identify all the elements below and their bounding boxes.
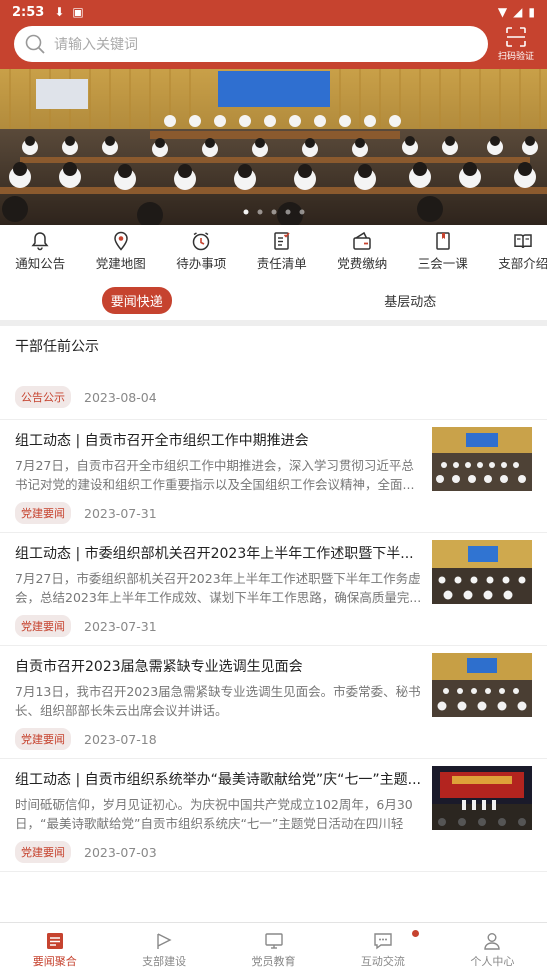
quick-links-row: 通知公告 党建地图 待办事项 责任清单 党费缴纳 三会一课 支部介绍 [0, 228, 547, 276]
quick-link-label: 待办事项 [176, 256, 227, 271]
wifi-icon: ▼ [497, 5, 508, 19]
news-meta: 党建要闻 2023-07-03 [15, 841, 157, 863]
clock-icon [193, 232, 210, 251]
notification-dot [412, 930, 419, 937]
news-item[interactable]: 组工动态 | 自贡市组织系统举办“最美诗歌献给党”庆“七一”主题... 时间砥砺… [0, 759, 547, 872]
quick-link-label: 支部介绍 [498, 256, 547, 271]
news-item[interactable]: 组工动态 | 自贡市召开全市组织工作中期推进会 7月27日，自贡市召开全市组织工… [0, 420, 547, 533]
quick-link-dues-payment[interactable]: 党费缴纳 [322, 228, 403, 276]
news-icon [46, 933, 63, 949]
category-tag: 公告公示 [15, 386, 71, 408]
wallet-icon [353, 231, 371, 250]
category-tag: 党建要闻 [15, 502, 71, 524]
quick-link-label: 党费缴纳 [337, 256, 388, 271]
battery-icon: ▮ [528, 5, 535, 19]
search-placeholder[interactable]: 请输入关键词 [54, 34, 138, 54]
bell-icon [31, 232, 49, 251]
quick-link-todo[interactable]: 待办事项 [161, 228, 242, 276]
quick-link-branch-intro[interactable]: 支部介绍 [483, 228, 547, 276]
nav-branch-building[interactable]: 支部建设 [109, 923, 218, 974]
news-meta: 党建要闻 2023-07-31 [15, 502, 157, 524]
chat-icon [374, 933, 392, 950]
download-icon: ⬇ [54, 5, 65, 19]
search-icon [25, 34, 45, 54]
nav-interaction[interactable]: 互动交流 [328, 923, 437, 974]
news-thumbnail[interactable] [432, 653, 532, 717]
nav-profile[interactable]: 个人中心 [438, 923, 547, 974]
status-time: 2:53 [12, 4, 45, 20]
news-date: 2023-07-03 [84, 844, 157, 860]
news-meta: 公告公示 2023-08-04 [15, 386, 157, 408]
app-header: 请输入关键词 扫码验证 [0, 24, 547, 69]
nav-label: 要闻聚合 [32, 955, 77, 968]
news-meta: 党建要闻 2023-07-31 [15, 615, 157, 637]
quick-link-three-meetings[interactable]: 三会一课 [403, 228, 484, 276]
nav-label: 支部建设 [142, 955, 187, 968]
category-tag: 党建要闻 [15, 615, 71, 637]
scan-label: 扫码验证 [497, 52, 534, 62]
category-tag: 党建要闻 [15, 841, 71, 863]
news-thumbnail[interactable] [432, 540, 532, 604]
news-title[interactable]: 组工动态 | 市委组织部机关召开2023年上半年工作述职暨下半... [15, 543, 425, 563]
nav-label: 互动交流 [360, 955, 405, 968]
news-date: 2023-08-04 [84, 389, 157, 405]
tab-grassroots-news[interactable]: 基层动态 [274, 282, 547, 318]
news-summary: 时间砥砺信仰，岁月见证初心。为庆祝中国共产党成立102周年，6月30日，“最美诗… [15, 797, 413, 831]
map-pin-icon [113, 231, 128, 251]
nav-label: 党员教育 [251, 955, 296, 968]
news-date: 2023-07-18 [84, 731, 157, 747]
flag-icon [157, 933, 172, 949]
news-thumbnail[interactable] [432, 766, 532, 830]
news-title[interactable]: 自贡市召开2023届急需紧缺专业选调生见面会 [15, 656, 425, 676]
tab-label[interactable]: 基层动态 [375, 287, 445, 314]
news-summary: 7月27日，自贡市召开全市组织工作中期推进会，深入学习贯彻习近平总书记对党的建设… [15, 458, 415, 492]
quick-link-label: 党建地图 [95, 256, 146, 271]
checklist-icon [274, 232, 290, 250]
banner-image [0, 69, 547, 225]
quick-link-label: 责任清单 [256, 256, 307, 271]
tab-headline-news[interactable]: 要闻快递 [0, 282, 274, 318]
news-list: 干部任前公示 公告公示 2023-08-04 组工动态 | 自贡市召开全市组织工… [0, 326, 547, 872]
news-item[interactable]: 干部任前公示 公告公示 2023-08-04 [0, 326, 547, 420]
news-item[interactable]: 组工动态 | 市委组织部机关召开2023年上半年工作述职暨下半... 7月27日… [0, 533, 547, 646]
tab-label[interactable]: 要闻快递 [101, 286, 172, 314]
news-summary: 7月27日，市委组织部机关召开2023年上半年工作述职暨下半年工作务虚会，总结2… [15, 571, 422, 605]
nav-label: 个人中心 [470, 955, 515, 968]
quick-link-label: 通知公告 [15, 256, 66, 271]
status-bar: 2:53 ⬇ ▣ ▼ ◢ ▮ [0, 0, 547, 24]
quick-link-label: 三会一课 [417, 256, 468, 271]
news-date: 2023-07-31 [84, 618, 157, 634]
news-thumbnail[interactable] [432, 427, 532, 491]
quick-link-responsibility-list[interactable]: 责任清单 [242, 228, 323, 276]
news-item[interactable]: 自贡市召开2023届急需紧缺专业选调生见面会 7月13日，我市召开2023届急需… [0, 646, 547, 759]
banner-carousel[interactable] [0, 69, 547, 225]
nav-news-aggregation[interactable]: 要闻聚合 [0, 923, 109, 974]
quick-link-party-map[interactable]: 党建地图 [81, 228, 162, 276]
monitor-icon [264, 933, 283, 949]
scan-verify-button[interactable]: 扫码验证 [494, 26, 538, 66]
signal-icon: ◢ [513, 5, 523, 19]
category-tag: 党建要闻 [15, 728, 71, 750]
quick-link-notices[interactable]: 通知公告 [0, 228, 81, 276]
person-icon [484, 933, 501, 950]
app-notification-icon: ▣ [72, 5, 84, 19]
nav-member-education[interactable]: 党员教育 [219, 923, 328, 974]
news-tabs: 要闻快递 基层动态 [0, 282, 547, 318]
news-title[interactable]: 组工动态 | 自贡市召开全市组织工作中期推进会 [15, 430, 425, 450]
news-meta: 党建要闻 2023-07-18 [15, 728, 157, 750]
search-bar[interactable]: 请输入关键词 [14, 26, 488, 62]
news-summary: 7月13日，我市召开2023届急需紧缺专业选调生见面会。市委常委、秘书长、组织部… [15, 684, 421, 718]
news-title[interactable]: 组工动态 | 自贡市组织系统举办“最美诗歌献给党”庆“七一”主题... [15, 769, 425, 789]
book-icon [514, 234, 532, 249]
news-date: 2023-07-31 [84, 505, 157, 521]
bookmark-icon [436, 232, 450, 250]
bottom-nav: 要闻聚合 支部建设 党员教育 互动交流 个人中心 [0, 922, 547, 974]
scan-icon [506, 27, 526, 47]
news-title[interactable]: 干部任前公示 [15, 336, 525, 356]
